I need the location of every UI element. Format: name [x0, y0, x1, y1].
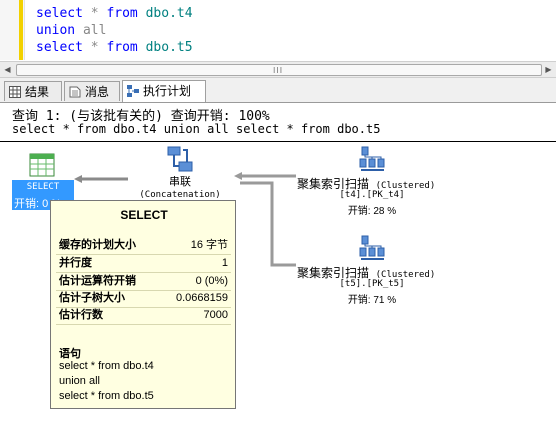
- tooltip-statement-line: select * from dbo.t5: [59, 390, 154, 402]
- keyword: all: [82, 23, 107, 38]
- tooltip-row: 估计运算符开销 0 (0%): [56, 273, 231, 291]
- tooltip-value: 16 字节: [190, 239, 228, 251]
- query-text: select * from dbo.t4 union all select * …: [12, 122, 381, 136]
- keyword: from: [106, 6, 138, 21]
- select-node-icon[interactable]: [29, 153, 55, 177]
- editor-line[interactable]: select * from dbo.t4: [36, 5, 193, 22]
- clustered-index-scan-icon[interactable]: [359, 146, 385, 172]
- tab-results[interactable]: 结果: [4, 81, 62, 101]
- concatenation-icon[interactable]: [167, 146, 193, 172]
- tooltip-statement-line: select * from dbo.t4: [59, 360, 154, 372]
- tab-execution-plan[interactable]: 执行计划: [122, 80, 206, 102]
- grip-icon: III: [273, 66, 284, 75]
- tooltip-key: 缓存的计划大小: [59, 239, 136, 251]
- concatenation-sub: (Concatenation): [139, 190, 221, 200]
- tooltip-row: 估计子树大小 0.0668159: [56, 290, 231, 308]
- tab-label: 消息: [85, 85, 110, 99]
- tooltip-key: 估计行数: [59, 309, 103, 321]
- scan1-object: [t4].[PK_t4]: [339, 190, 405, 200]
- tooltip-value: 1: [221, 257, 228, 269]
- horizontal-scrollbar[interactable]: ◀ III ▶: [0, 61, 556, 78]
- tab-label: 结果: [25, 85, 50, 99]
- tooltip-value: 0.0668159: [176, 292, 228, 304]
- scrollbar-thumb[interactable]: III: [16, 64, 542, 76]
- operator: *: [90, 40, 99, 55]
- operator: *: [90, 6, 99, 21]
- concatenation-label: 串联: [169, 176, 191, 188]
- tooltip-row: 缓存的计划大小 16 字节: [56, 237, 231, 255]
- clustered-index-scan-icon[interactable]: [359, 235, 385, 261]
- scan2-object: [t5].[PK_t5]: [339, 279, 405, 289]
- tooltip-key: 估计运算符开销: [59, 275, 136, 287]
- tooltip-value: 7000: [203, 309, 228, 321]
- select-tooltip: SELECT 缓存的计划大小 16 字节 并行度 1 估计运算符开销 0 (0%…: [50, 200, 236, 409]
- tooltip-key: 估计子树大小: [59, 292, 125, 304]
- tab-messages[interactable]: 消息: [64, 81, 120, 101]
- result-tabs: 结果 消息 执行计划: [0, 78, 556, 103]
- editor-line[interactable]: select * from dbo.t5: [36, 39, 193, 56]
- grid-icon: [9, 86, 21, 98]
- tooltip-value: 0 (0%): [195, 275, 228, 287]
- tooltip-statement-header: 语句: [59, 348, 81, 360]
- tooltip-key: 并行度: [59, 257, 92, 269]
- tooltip-statement-line: union all: [59, 375, 100, 387]
- message-icon: [69, 86, 81, 98]
- scan1-cost: 开销: 28 %: [347, 206, 397, 217]
- editor-top-edge: [60, 0, 556, 4]
- select-node-label: SELECT: [26, 182, 60, 192]
- plan-icon: [127, 85, 139, 97]
- editor-line[interactable]: union all: [36, 22, 106, 39]
- identifier: dbo.t4: [145, 6, 193, 21]
- tooltip-title: SELECT: [120, 208, 168, 222]
- change-marker: [19, 0, 23, 60]
- scan2-cost: 开销: 71 %: [347, 295, 397, 306]
- tooltip-row: 估计行数 7000: [56, 307, 231, 325]
- scroll-left-icon[interactable]: ◀: [0, 62, 15, 77]
- keyword: union: [36, 23, 76, 38]
- keyword: select: [36, 6, 83, 21]
- sql-editor[interactable]: select * from dbo.t4 union all select * …: [0, 0, 556, 60]
- tab-label: 执行计划: [143, 84, 192, 98]
- tooltip-row: 并行度 1: [56, 255, 231, 273]
- keyword: from: [106, 40, 138, 55]
- identifier: dbo.t5: [145, 40, 193, 55]
- scroll-right-icon[interactable]: ▶: [541, 62, 556, 77]
- keyword: select: [36, 40, 83, 55]
